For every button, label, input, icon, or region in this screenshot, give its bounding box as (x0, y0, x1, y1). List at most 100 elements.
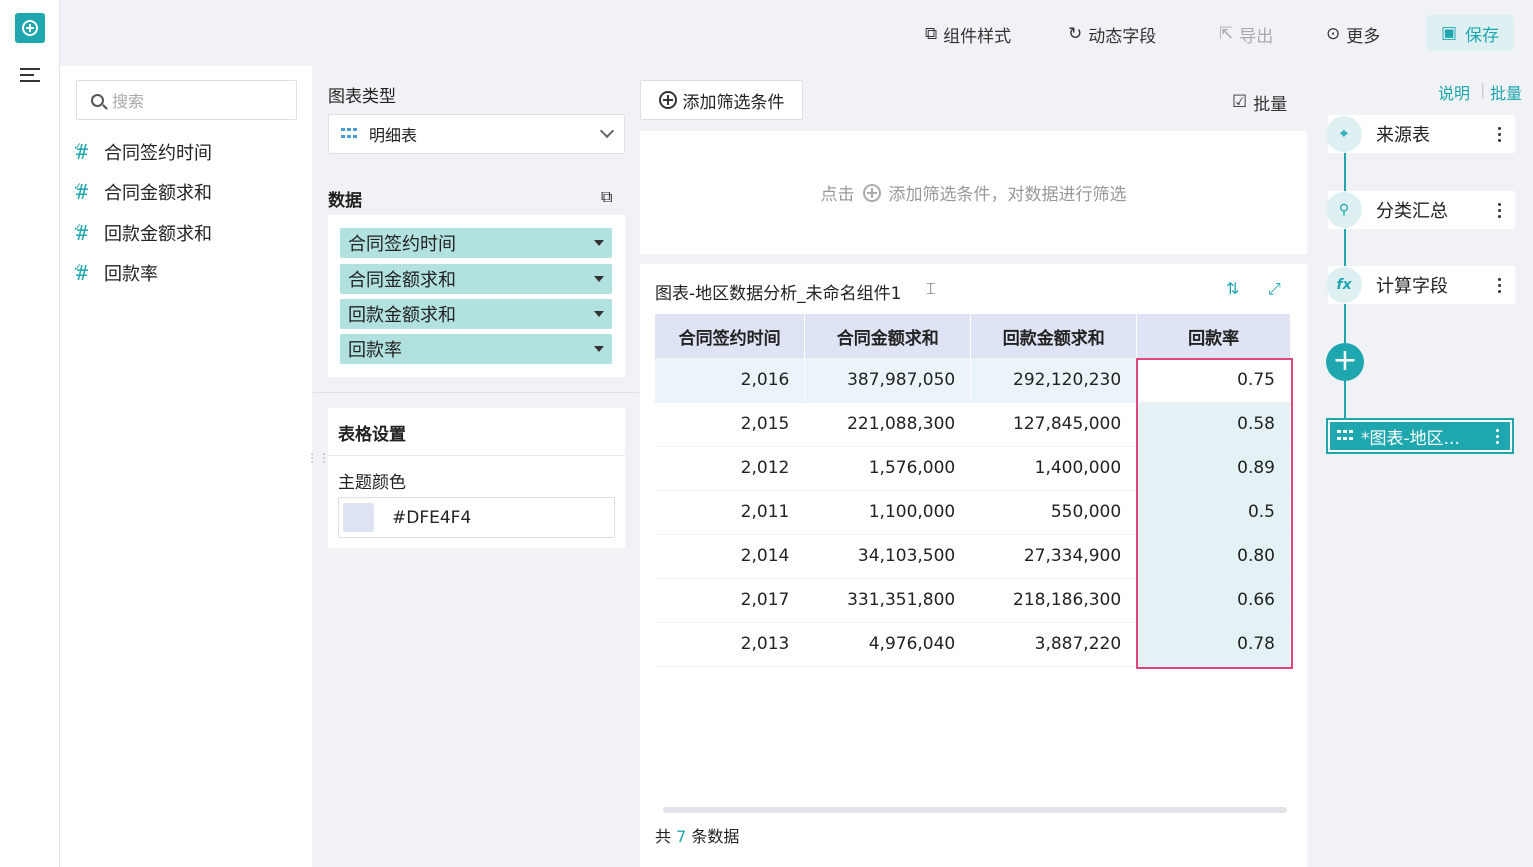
more-icon: ⊙ (1326, 24, 1341, 44)
add-circle-icon (862, 183, 881, 202)
table-icon (1337, 430, 1353, 442)
style-icon: ⧉ (925, 24, 938, 44)
number-field-icon: ✓ # (74, 260, 89, 285)
rename-icon[interactable]: ⌶ (926, 279, 936, 299)
batch-link[interactable]: 批量 (1490, 80, 1522, 104)
dynamic-field-button[interactable]: ↻ 动态字段 (1068, 20, 1156, 48)
table-cell[interactable]: 1,100,000 (804, 490, 972, 535)
table-cell[interactable]: 0.58 (1136, 402, 1291, 447)
row-count: 共 7 条数据 (655, 827, 740, 846)
component-style-button[interactable]: ⧉ 组件样式 (925, 20, 1011, 48)
table-cell[interactable]: 292,120,230 (970, 358, 1138, 403)
chart-type-select[interactable]: 明细表 (328, 114, 625, 154)
add-step-button[interactable]: + (1326, 343, 1364, 381)
sort-icon[interactable]: ⇅ (1226, 279, 1239, 298)
more-vertical-icon[interactable] (1498, 126, 1501, 142)
column-header[interactable]: 合同金额求和 (804, 314, 972, 358)
hierarchy-icon: ⚲ (1326, 192, 1362, 228)
more-vertical-icon[interactable] (1496, 428, 1499, 444)
refresh-icon: ↻ (1068, 24, 1083, 44)
table-cell[interactable]: 3,887,220 (970, 622, 1138, 667)
data-pill[interactable]: 回款金额求和 (340, 299, 612, 329)
chart-type-label: 图表类型 (328, 87, 396, 107)
table-cell[interactable]: 2,017 (655, 578, 806, 623)
table-row[interactable]: 2,012 1,576,000 1,400,000 0.89 (655, 446, 1291, 491)
table-cell[interactable]: 2,011 (655, 490, 806, 535)
export-button[interactable]: ⇱ 导出 (1219, 20, 1273, 48)
more-vertical-icon[interactable] (1498, 277, 1501, 293)
table-row[interactable]: 2,016 387,987,050 292,120,230 0.75 (655, 358, 1291, 403)
more-button[interactable]: ⊙ 更多 (1326, 20, 1380, 48)
explain-link[interactable]: 说明 (1438, 80, 1470, 104)
table-row[interactable]: 2,014 34,103,500 27,334,900 0.80 (655, 534, 1291, 579)
save-button[interactable]: ▣ 保存 (1426, 15, 1514, 51)
table-cell[interactable]: 0.80 (1136, 534, 1291, 579)
edit-icon[interactable]: ⧉ (601, 187, 612, 207)
table-row[interactable]: 2,015 221,088,300 127,845,000 0.58 (655, 402, 1291, 447)
table-row[interactable]: 2,017 331,351,800 218,186,300 0.66 (655, 578, 1291, 623)
table-cell[interactable]: 2,012 (655, 446, 806, 491)
color-swatch[interactable] (343, 503, 374, 532)
dropdown-icon[interactable] (594, 311, 604, 317)
number-field-icon: ✓ # (74, 139, 89, 164)
resize-handle-icon[interactable]: ⋮⋮ (306, 452, 330, 464)
table-cell[interactable]: 27,334,900 (970, 534, 1138, 579)
data-pill[interactable]: 回款率 (340, 334, 612, 364)
step-group-summary[interactable]: ⚲ 分类汇总 (1326, 191, 1515, 229)
chart-title: 图表-地区数据分析_未命名组件1 (655, 284, 902, 304)
column-header[interactable]: 合同签约时间 (655, 314, 806, 358)
table-cell[interactable]: 0.78 (1136, 622, 1291, 667)
field-item[interactable]: ✓ # 合同签约时间 (74, 137, 212, 167)
dropdown-icon[interactable] (594, 346, 604, 352)
table-cell[interactable]: 34,103,500 (804, 534, 972, 579)
data-pill[interactable]: 合同签约时间 (340, 228, 612, 258)
table-row[interactable]: 2,013 4,976,040 3,887,220 0.78 (655, 622, 1291, 667)
table-cell[interactable]: 2,015 (655, 402, 806, 447)
data-pill[interactable]: 合同金额求和 (340, 264, 612, 294)
table-cell[interactable]: 127,845,000 (970, 402, 1138, 447)
table-settings-title: 表格设置 (338, 425, 406, 445)
table-cell[interactable]: 0.66 (1136, 578, 1291, 623)
horizontal-scrollbar[interactable] (663, 807, 1287, 813)
table-row[interactable]: 2,011 1,100,000 550,000 0.5 (655, 490, 1291, 535)
pipeline-panel (1308, 66, 1533, 867)
fullscreen-icon[interactable]: ⤢ (1268, 279, 1281, 299)
table-cell[interactable]: 550,000 (970, 490, 1138, 535)
table-cell[interactable]: 2,013 (655, 622, 806, 667)
field-item[interactable]: ✓ # 回款率 (74, 258, 158, 288)
table-cell[interactable]: 2,014 (655, 534, 806, 579)
field-item[interactable]: ✓ # 合同金额求和 (74, 177, 212, 207)
dropdown-icon[interactable] (594, 240, 604, 246)
table-cell[interactable]: 387,987,050 (804, 358, 972, 403)
dropdown-icon[interactable] (594, 276, 604, 282)
more-vertical-icon[interactable] (1498, 202, 1501, 218)
table-cell[interactable]: 331,351,800 (804, 578, 972, 623)
table-cell[interactable]: 218,186,300 (970, 578, 1138, 623)
table-cell[interactable]: 1,400,000 (970, 446, 1138, 491)
data-label: 数据 (328, 191, 362, 211)
table-cell[interactable]: 221,088,300 (804, 402, 972, 447)
table-cell[interactable]: 1,576,000 (804, 446, 972, 491)
add-filter-button[interactable]: 添加筛选条件 (640, 80, 803, 120)
chevron-down-icon (599, 123, 615, 139)
field-item[interactable]: ✓ # 回款金额求和 (74, 218, 212, 248)
theme-color-input[interactable]: #DFE4F4 (338, 497, 615, 538)
table-cell[interactable]: 4,976,040 (804, 622, 972, 667)
step-calc-field[interactable]: fx 计算字段 (1326, 266, 1515, 304)
add-icon[interactable] (15, 13, 45, 43)
search-input[interactable]: 搜索 (76, 80, 297, 120)
theme-color-label: 主题颜色 (338, 473, 406, 493)
data-table: 合同签约时间 合同金额求和 回款金额求和 回款率 2,016 387,987,05… (655, 314, 1291, 667)
batch-button[interactable]: ☑ 批量 (1232, 88, 1287, 116)
step-chart-active[interactable]: *图表-地区... (1326, 418, 1514, 454)
table-cell[interactable]: 0.75 (1136, 358, 1291, 403)
column-header[interactable]: 回款金额求和 (970, 314, 1138, 358)
target-icon: ⌖ (1326, 116, 1362, 152)
menu-icon[interactable] (20, 68, 40, 86)
table-cell[interactable]: 2,016 (655, 358, 806, 403)
table-cell[interactable]: 0.5 (1136, 490, 1291, 535)
filter-area[interactable]: 点击 添加筛选条件，对数据进行筛选 (640, 131, 1307, 254)
column-header[interactable]: 回款率 (1136, 314, 1291, 358)
step-source-table[interactable]: ⌖ 来源表 (1326, 115, 1515, 153)
table-cell[interactable]: 0.89 (1136, 446, 1291, 491)
